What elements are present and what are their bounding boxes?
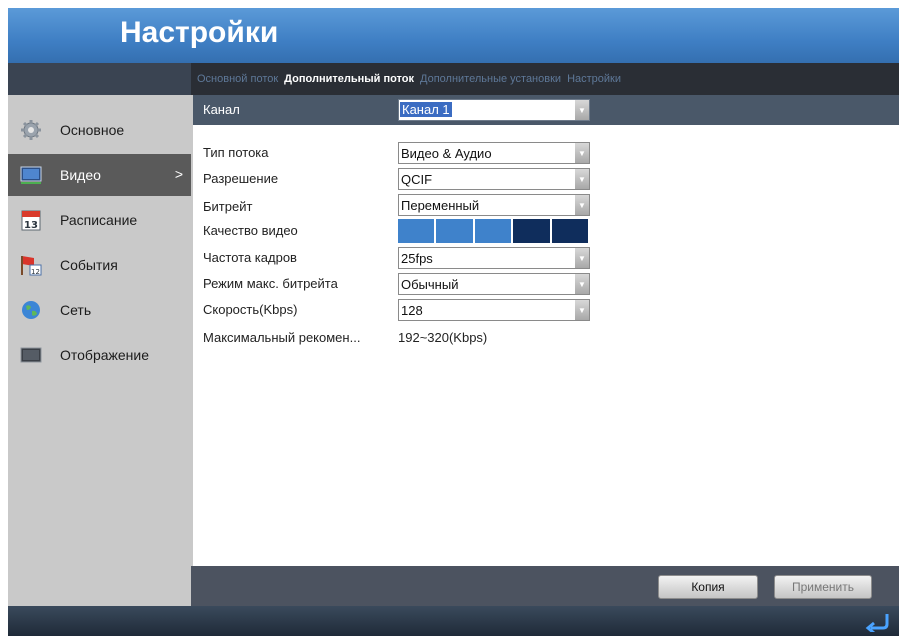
sidebar-item-video[interactable]: Видео >	[8, 154, 191, 196]
sidebar-item-label: Видео	[60, 167, 101, 183]
title-bar: Настройки	[8, 8, 899, 63]
chevron-down-icon[interactable]: ▼	[575, 248, 589, 268]
sidebar-item-schedule[interactable]: 13 Расписание	[8, 199, 191, 241]
chevron-right-icon: >	[174, 166, 183, 182]
sidebar-item-label: Расписание	[60, 212, 138, 228]
tab-bar: Основной поток Дополнительный поток Допо…	[191, 63, 899, 95]
resolution-select[interactable]: QCIF ▼	[398, 168, 590, 190]
flag-calendar-icon: 12	[20, 254, 42, 276]
monitor-icon	[20, 164, 42, 186]
flag-calendar-icon-day: 12	[31, 268, 40, 276]
window-title: Настройки	[120, 16, 279, 49]
frame-rate-label: Частота кадров	[203, 250, 297, 265]
copy-button[interactable]: Копия	[658, 575, 758, 599]
apply-button[interactable]: Применить	[774, 575, 872, 599]
speed-value: 128	[401, 303, 423, 318]
speed-select[interactable]: 128 ▼	[398, 299, 590, 321]
channel-select[interactable]: Канал 1 ▼	[398, 99, 590, 121]
chevron-down-icon[interactable]: ▼	[575, 300, 589, 320]
chevron-down-icon[interactable]: ▼	[575, 169, 589, 189]
settings-panel: Канал Канал 1 ▼ Тип потока Видео & Аудио…	[191, 95, 899, 566]
sidebar-item-general[interactable]: Основное	[8, 109, 191, 151]
max-recommended-label: Максимальный рекомен...	[203, 330, 361, 345]
quality-segment[interactable]	[398, 219, 435, 243]
sidebar: Основное Видео > 13 Расписание 12 Событи…	[8, 63, 191, 606]
action-bar: Копия Применить	[191, 566, 899, 606]
sidebar-item-label: Сеть	[60, 302, 92, 318]
max-bitrate-mode-value: Обычный	[401, 277, 459, 292]
quality-segment[interactable]	[551, 219, 589, 243]
quality-segment[interactable]	[474, 219, 512, 243]
video-quality-slider[interactable]	[398, 219, 590, 243]
globe-icon	[20, 299, 42, 321]
tab-sub-stream[interactable]: Дополнительный поток	[284, 73, 414, 85]
tab-advanced-settings[interactable]: Дополнительные установки	[420, 73, 561, 85]
tab-settings[interactable]: Настройки	[567, 73, 621, 85]
max-recommended-value: 192~320(Kbps)	[398, 330, 488, 345]
stream-type-select[interactable]: Видео & Аудио ▼	[398, 142, 590, 164]
channel-label: Канал	[203, 102, 240, 117]
chevron-down-icon[interactable]: ▼	[575, 100, 589, 120]
stream-type-label: Тип потока	[203, 145, 269, 160]
sidebar-item-events[interactable]: 12 События	[8, 244, 191, 286]
back-arrow-icon[interactable]	[865, 610, 891, 635]
calendar-icon-day: 13	[24, 220, 38, 231]
speed-label: Скорость(Kbps)	[203, 302, 298, 317]
max-bitrate-mode-label: Режим макс. битрейта	[203, 276, 338, 291]
chevron-down-icon[interactable]: ▼	[575, 195, 589, 215]
bitrate-label: Битрейт	[203, 199, 253, 214]
calendar-icon: 13	[20, 209, 42, 231]
sidebar-item-label: События	[60, 257, 118, 273]
footer-bar	[8, 606, 899, 636]
bitrate-select[interactable]: Переменный ▼	[398, 194, 590, 216]
quality-segment[interactable]	[513, 219, 550, 243]
sidebar-header	[8, 63, 191, 95]
sidebar-item-label: Основное	[60, 122, 125, 138]
bitrate-value: Переменный	[401, 198, 480, 213]
chevron-down-icon[interactable]: ▼	[575, 143, 589, 163]
resolution-value: QCIF	[401, 172, 433, 187]
channel-row: Канал Канал 1 ▼	[193, 95, 899, 125]
sidebar-item-display[interactable]: Отображение	[8, 334, 191, 376]
frame-rate-select[interactable]: 25fps ▼	[398, 247, 590, 269]
tab-main-stream[interactable]: Основной поток	[197, 73, 278, 85]
sidebar-item-network[interactable]: Сеть	[8, 289, 191, 331]
quality-segment[interactable]	[436, 219, 473, 243]
channel-select-value: Канал 1	[400, 102, 452, 117]
settings-window: Настройки Основное Видео > 13 Расписание…	[8, 8, 899, 636]
chevron-down-icon[interactable]: ▼	[575, 274, 589, 294]
video-quality-label: Качество видео	[203, 223, 298, 238]
sidebar-item-label: Отображение	[60, 347, 150, 363]
frame-rate-value: 25fps	[401, 251, 433, 266]
resolution-label: Разрешение	[203, 171, 279, 186]
gear-icon	[20, 119, 42, 141]
stream-type-value: Видео & Аудио	[401, 146, 492, 161]
max-bitrate-mode-select[interactable]: Обычный ▼	[398, 273, 590, 295]
display-icon	[20, 344, 42, 366]
